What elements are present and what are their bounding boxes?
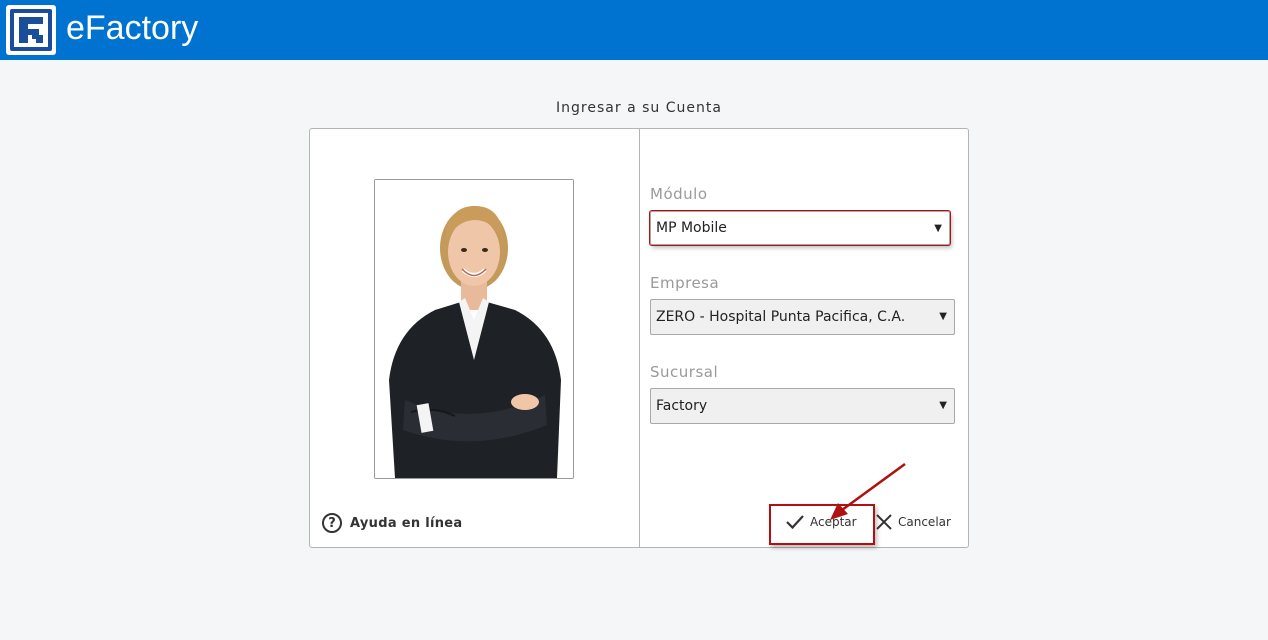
help-online-link[interactable]: ? Ayuda en línea bbox=[322, 513, 463, 533]
efactory-logo-icon bbox=[6, 5, 56, 55]
dropdown-arrow-icon: ▼ bbox=[939, 311, 947, 322]
empresa-select[interactable]: ZERO - Hospital Punta Pacifica, C.A. ▼ bbox=[650, 299, 955, 335]
close-icon bbox=[876, 514, 892, 530]
top-bar: eFactory bbox=[0, 0, 1268, 60]
dropdown-arrow-icon: ▼ bbox=[939, 400, 947, 411]
user-photo bbox=[374, 179, 574, 479]
modulo-select[interactable]: MP Mobile ▼ bbox=[650, 211, 950, 245]
cancel-button[interactable]: Cancelar bbox=[876, 507, 951, 537]
question-circle-icon: ? bbox=[322, 513, 342, 533]
sucursal-select-value: Factory bbox=[656, 398, 708, 414]
cancel-label: Cancelar bbox=[898, 515, 951, 529]
accept-label: Aceptar bbox=[810, 515, 857, 529]
login-panel: ? Ayuda en línea Módulo MP Mobile ▼ Empr… bbox=[309, 128, 969, 548]
help-online-label: Ayuda en línea bbox=[350, 515, 463, 531]
dropdown-arrow-icon: ▼ bbox=[934, 223, 942, 234]
businesswoman-photo-icon bbox=[375, 180, 573, 478]
empresa-select-value: ZERO - Hospital Punta Pacifica, C.A. bbox=[656, 309, 906, 325]
sucursal-label: Sucursal bbox=[650, 363, 719, 381]
login-title: Ingresar a su Cuenta bbox=[556, 100, 722, 116]
accept-button[interactable]: Aceptar bbox=[780, 507, 872, 537]
modulo-label: Módulo bbox=[650, 185, 708, 203]
modulo-select-value: MP Mobile bbox=[656, 220, 727, 236]
panel-divider bbox=[639, 129, 640, 547]
checkmark-icon bbox=[786, 515, 804, 530]
empresa-label: Empresa bbox=[650, 274, 720, 292]
sucursal-select[interactable]: Factory ▼ bbox=[650, 388, 955, 424]
brand-title: eFactory bbox=[66, 9, 199, 47]
